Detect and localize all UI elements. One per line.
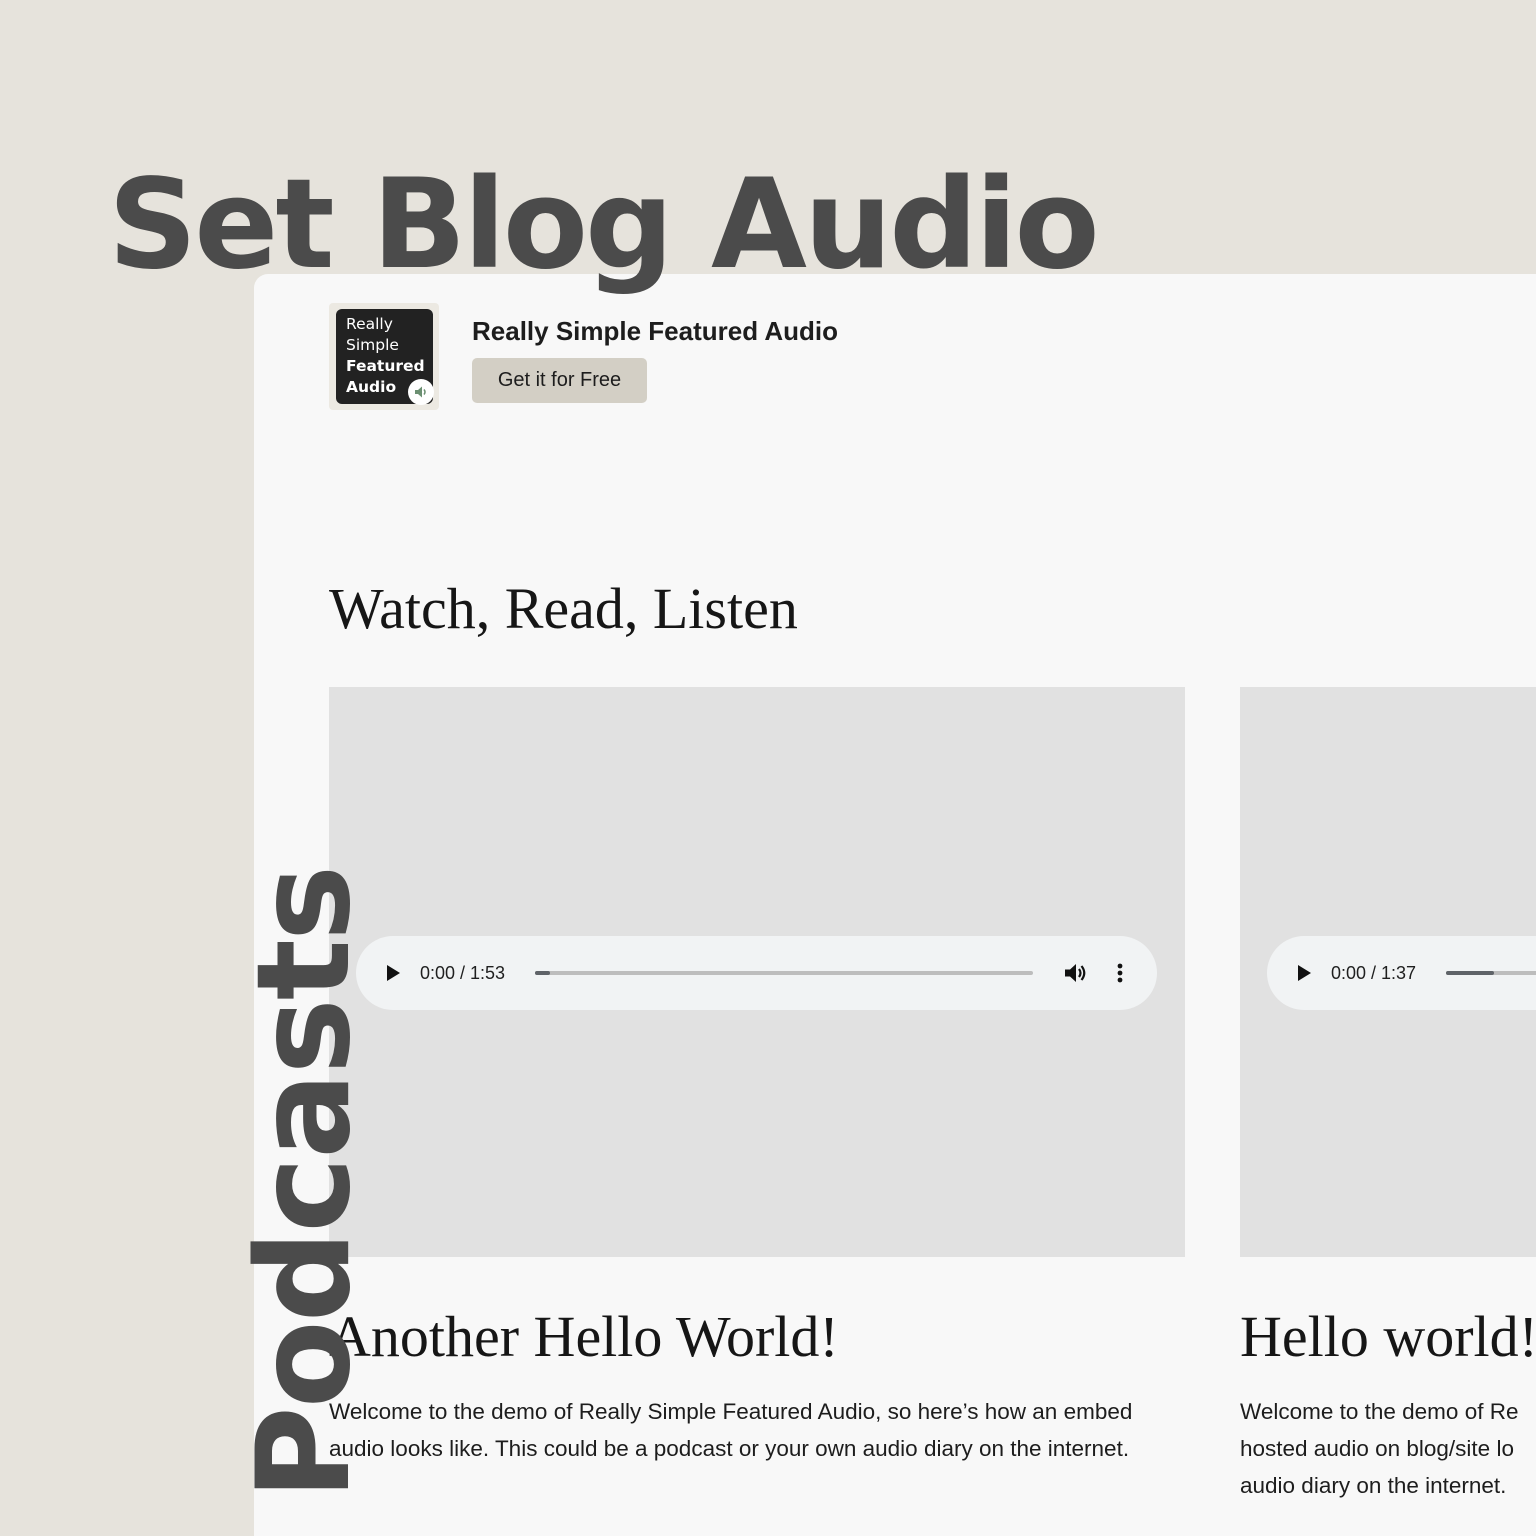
more-options-icon[interactable]: [1112, 961, 1128, 985]
section-heading: Watch, Read, Listen: [329, 576, 798, 641]
headline: Set Blog Audio: [108, 153, 1100, 297]
speaker-icon: [408, 379, 434, 405]
post-excerpt-line: audio diary on the internet.: [1240, 1473, 1507, 1498]
featured-audio-card: 0:00 / 1:37: [1240, 687, 1536, 1257]
post-excerpt: Welcome to the demo of Really Simple Fea…: [329, 1399, 1133, 1461]
audio-progress-fill: [1446, 971, 1494, 975]
plugin-logo[interactable]: Really Simple Featured Audio: [329, 303, 439, 410]
logo-text-line-3: Featured: [346, 357, 425, 375]
audio-progress-bar[interactable]: [1446, 971, 1536, 975]
post-title[interactable]: Another Hello World!: [329, 1297, 839, 1377]
audio-progress-bar[interactable]: [535, 971, 1033, 975]
featured-audio-card: 0:00 / 1:53: [329, 687, 1185, 1257]
logo-text-line-1: Really: [346, 315, 393, 333]
logo-text-line-4: Audio: [346, 378, 397, 396]
audio-time: 0:00 / 1:53: [420, 963, 506, 983]
audio-progress-fill: [535, 971, 550, 975]
post-excerpt-line: Welcome to the demo of Re: [1240, 1399, 1519, 1424]
post-title[interactable]: Hello world!: [1240, 1297, 1536, 1377]
volume-icon[interactable]: [1062, 960, 1088, 986]
browser-window: Really Simple Featured Audio Really Simp…: [254, 274, 1536, 1536]
logo-text-line-2: Simple: [346, 336, 399, 354]
post-excerpt: Welcome to the demo of Re hosted audio o…: [1240, 1393, 1536, 1504]
brand-title[interactable]: Really Simple Featured Audio: [472, 312, 838, 350]
audio-time: 0:00 / 1:37: [1331, 963, 1417, 983]
get-it-free-button[interactable]: Get it for Free: [472, 358, 647, 403]
audio-player[interactable]: 0:00 / 1:37: [1267, 936, 1536, 1010]
audio-player[interactable]: 0:00 / 1:53: [356, 936, 1157, 1010]
vertical-label: Podcasts: [230, 866, 379, 1500]
post-excerpt-line: hosted audio on blog/site lo: [1240, 1436, 1514, 1461]
play-icon[interactable]: [1295, 961, 1313, 985]
logo-tile: Really Simple Featured Audio: [336, 309, 434, 405]
play-icon[interactable]: [384, 961, 402, 985]
